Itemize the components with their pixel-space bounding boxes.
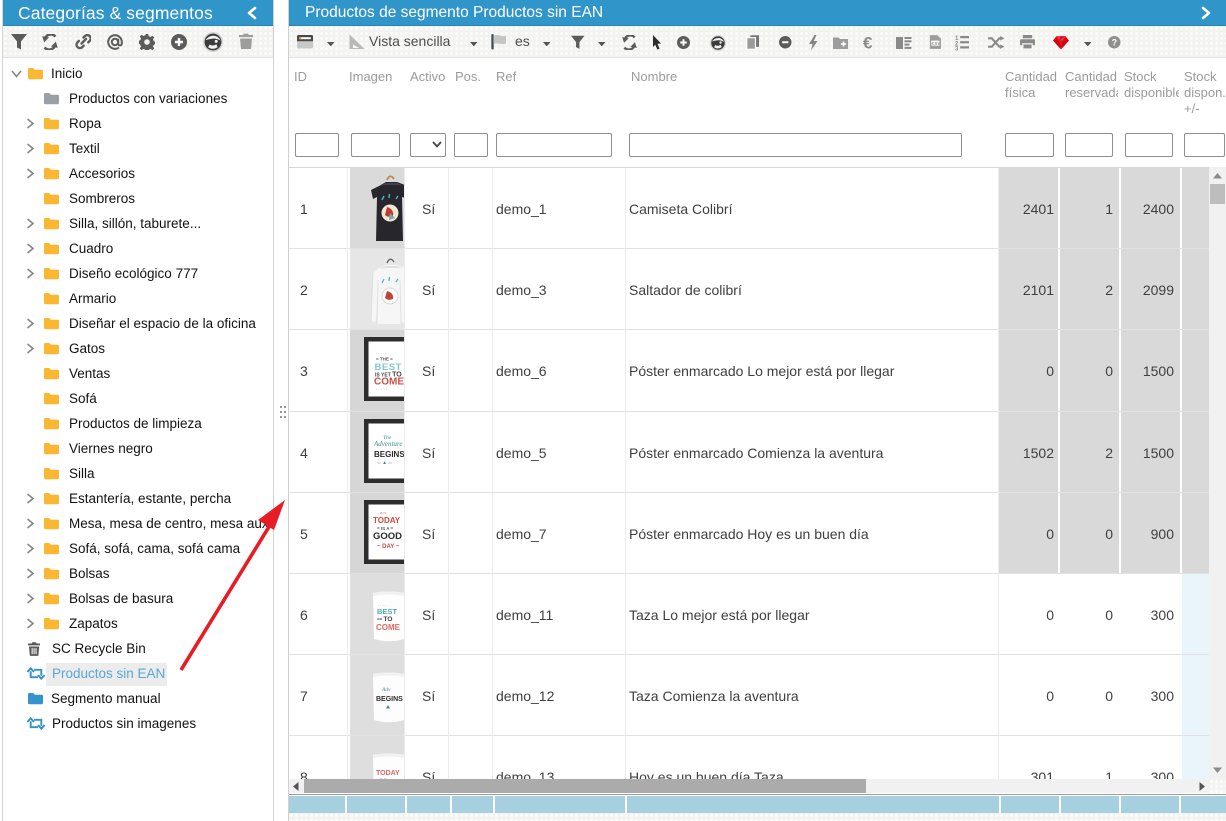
svg-text:€: € bbox=[863, 35, 873, 51]
svg-text:BEGINS: BEGINS bbox=[376, 696, 403, 703]
svg-text:Adv: Adv bbox=[381, 687, 391, 693]
svg-text:COME: COME bbox=[376, 623, 401, 632]
svg-text:csv: csv bbox=[932, 41, 941, 47]
svg-text:BEGINS: BEGINS bbox=[374, 450, 405, 459]
svg-text:3: 3 bbox=[955, 46, 959, 51]
svg-text:= THE =: = THE = bbox=[376, 357, 393, 362]
svg-text:BEST: BEST bbox=[377, 607, 397, 616]
svg-text:, a n: , a n bbox=[378, 510, 386, 515]
svg-text:Adventure: Adventure bbox=[373, 440, 403, 448]
svg-text:~ DAY ~: ~ DAY ~ bbox=[377, 544, 400, 550]
svg-text:GOOD: GOOD bbox=[373, 531, 402, 542]
svg-text:?: ? bbox=[1112, 38, 1117, 48]
svg-text:. . . . .: . . . . . bbox=[376, 350, 386, 355]
svg-text:== TO: == TO bbox=[377, 616, 392, 623]
svg-text:. . . . .: . . . . . bbox=[376, 386, 387, 391]
svg-text:TODAY: TODAY bbox=[373, 516, 401, 525]
